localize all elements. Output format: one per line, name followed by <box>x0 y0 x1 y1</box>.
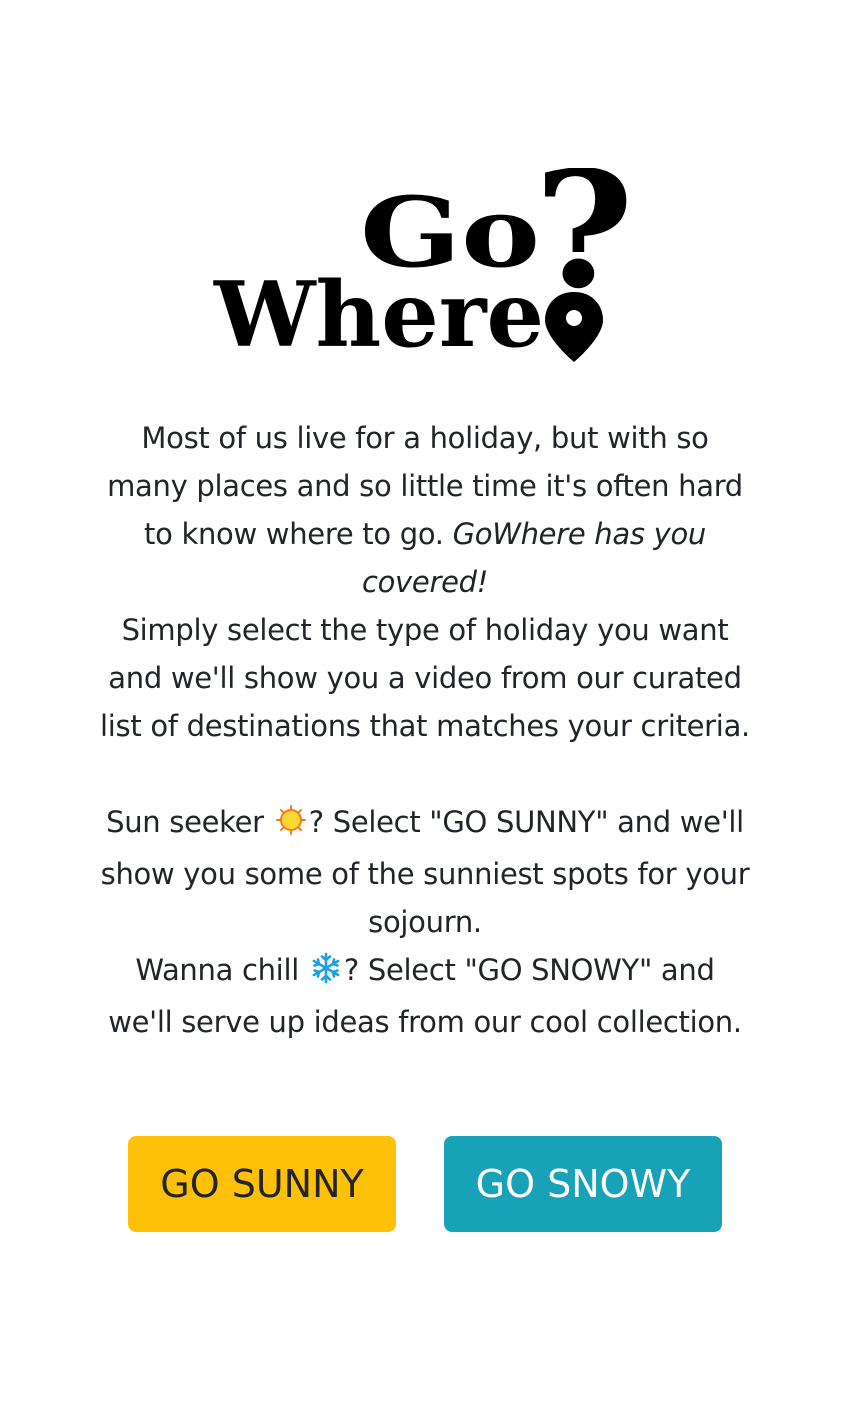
landing-page: Go Where ? Most of us live for a holiday… <box>0 0 850 1420</box>
snowy-description: Wanna chill ? Select "GO SNOWY" and we'l… <box>100 946 750 1046</box>
snowflake-icon <box>310 950 342 998</box>
gowhere-logo: Go Where ? <box>212 168 642 368</box>
sun-icon <box>275 802 307 850</box>
intro-text: Most of us live for a holiday, but with … <box>100 414 750 1046</box>
go-sunny-button[interactable]: GO SUNNY <box>128 1136 396 1232</box>
logo-word-where: Where <box>213 262 544 368</box>
intro-instructions: Simply select the type of holiday you wa… <box>100 613 750 743</box>
go-snowy-button[interactable]: GO SNOWY <box>444 1136 722 1232</box>
intro-paragraph: Most of us live for a holiday, but with … <box>100 414 750 606</box>
snowy-prefix: Wanna chill <box>135 953 308 987</box>
sunny-description: Sun seeker ? Select "GO SUNNY" and we'll… <box>100 798 750 946</box>
sunny-prefix: Sun seeker <box>106 805 273 839</box>
map-pin-icon <box>545 292 603 362</box>
